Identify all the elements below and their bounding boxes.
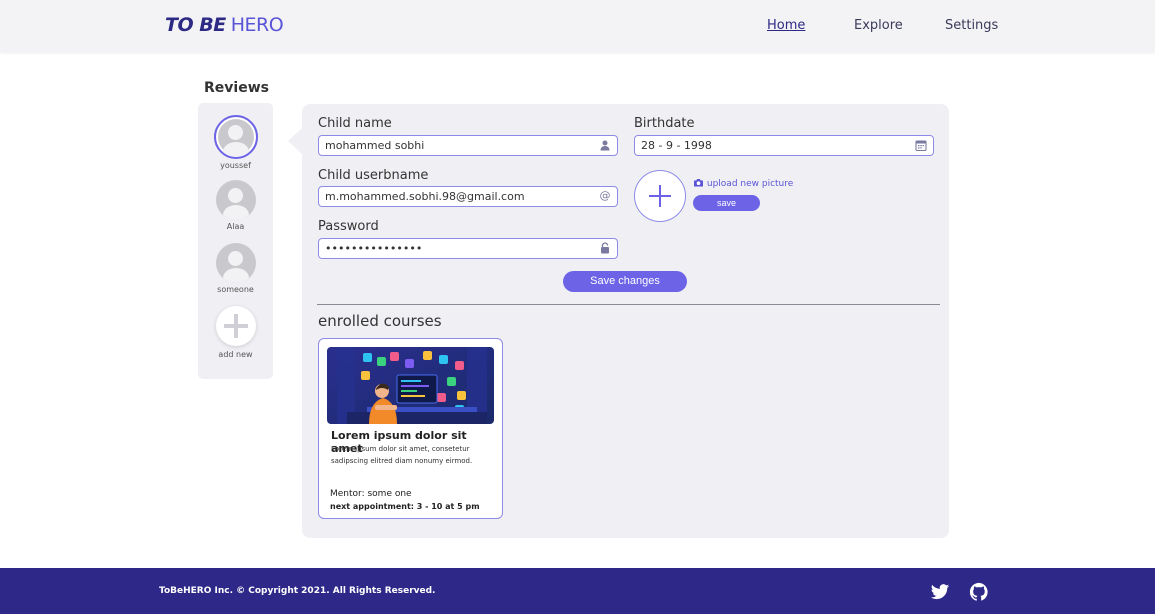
save-picture-button[interactable]: save bbox=[693, 195, 760, 211]
upload-picture-label: upload new picture bbox=[706, 179, 794, 189]
username-field-label: Child userbname bbox=[318, 168, 429, 183]
children-sidebar: youssef Alaa someone add new bbox=[198, 103, 273, 379]
twitter-icon[interactable] bbox=[930, 582, 950, 602]
child-name-label: Alaa bbox=[226, 222, 245, 231]
upload-picture-link[interactable]: upload new picture bbox=[693, 178, 793, 189]
password-field-label: Password bbox=[318, 219, 379, 234]
add-child-label: add new bbox=[218, 350, 253, 359]
birthdate-field-label: Birthdate bbox=[634, 116, 695, 131]
child-item-youssef[interactable]: youssef bbox=[198, 115, 273, 170]
password-value: ••••••••••••••• bbox=[325, 242, 423, 255]
panel-pointer bbox=[288, 128, 302, 154]
logo-light-text: HERO bbox=[230, 14, 284, 36]
course-next-appointment: next appointment: 3 - 10 at 5 pm bbox=[330, 502, 480, 511]
avatar-icon bbox=[215, 180, 256, 220]
plus-icon bbox=[215, 306, 256, 346]
course-mentor: Mentor: some one bbox=[330, 489, 412, 499]
logo[interactable]: TO BE HERO bbox=[165, 14, 284, 36]
course-image bbox=[327, 347, 494, 424]
enrolled-courses-heading: enrolled courses bbox=[318, 312, 442, 330]
camera-icon bbox=[694, 179, 703, 187]
calendar-icon[interactable] bbox=[915, 139, 927, 152]
user-icon bbox=[599, 139, 611, 151]
lock-icon bbox=[599, 242, 611, 254]
add-child-button[interactable]: add new bbox=[198, 306, 273, 359]
top-navbar: TO BE HERO Home Explore Settings bbox=[0, 0, 1155, 52]
birthdate-value: 28 - 9 - 1998 bbox=[641, 139, 712, 152]
birthdate-input[interactable]: 28 - 9 - 1998 bbox=[634, 135, 934, 156]
child-name-field-label: Child name bbox=[318, 116, 392, 131]
username-input[interactable]: m.mohammed.sobhi.98@gmail.com @ bbox=[318, 186, 618, 207]
nav-settings-link[interactable]: Settings bbox=[945, 18, 998, 33]
course-card[interactable]: Lorem ipsum dolor sit amet Lorem ipsum d… bbox=[318, 338, 503, 519]
child-item-someone[interactable]: someone bbox=[198, 243, 273, 294]
profile-picture-placeholder[interactable] bbox=[634, 170, 686, 222]
section-divider bbox=[317, 304, 940, 305]
at-icon: @ bbox=[599, 189, 611, 202]
nav-explore-link[interactable]: Explore bbox=[854, 18, 903, 33]
child-name-label: someone bbox=[217, 285, 254, 294]
course-description: Lorem ipsum dolor sit amet, consetetur s… bbox=[331, 445, 473, 465]
reviews-heading: Reviews bbox=[204, 80, 269, 96]
child-item-alaa[interactable]: Alaa bbox=[198, 180, 273, 231]
child-name-label: youssef bbox=[220, 161, 251, 170]
username-value: m.mohammed.sobhi.98@gmail.com bbox=[325, 190, 525, 203]
footer: ToBeHERO Inc. © Copyright 2021. All Righ… bbox=[0, 568, 1155, 614]
github-icon[interactable] bbox=[969, 582, 989, 602]
avatar-icon bbox=[213, 115, 258, 159]
avatar-icon bbox=[215, 243, 256, 283]
password-input[interactable]: ••••••••••••••• bbox=[318, 238, 618, 259]
save-changes-button[interactable]: Save changes bbox=[563, 271, 687, 292]
nav-home-link[interactable]: Home bbox=[767, 18, 805, 33]
copyright-text: ToBeHERO Inc. © Copyright 2021. All Righ… bbox=[159, 586, 436, 596]
child-name-input[interactable]: mohammed sobhi bbox=[318, 135, 618, 156]
child-name-value: mohammed sobhi bbox=[325, 139, 425, 152]
logo-bold-text: TO BE bbox=[165, 14, 226, 36]
